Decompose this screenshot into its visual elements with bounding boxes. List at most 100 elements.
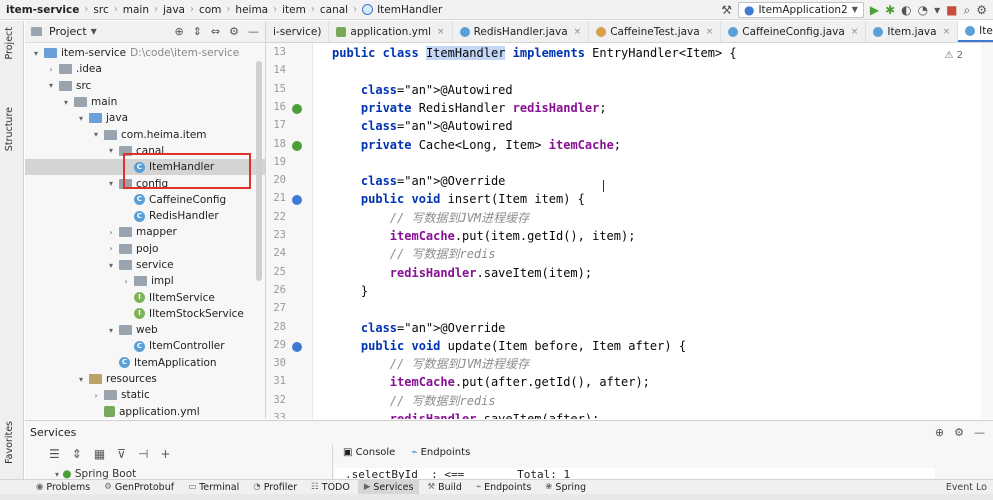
add-icon[interactable]: +	[160, 447, 170, 461]
tree-node[interactable]: C RedisHandler	[25, 208, 265, 224]
chevron-down-icon[interactable]: ▼	[91, 26, 97, 38]
chevron-down-icon[interactable]: ▾	[61, 98, 71, 107]
bean-icon[interactable]	[292, 140, 302, 151]
editor-tab[interactable]: application.yml ×	[329, 21, 453, 42]
tree-node[interactable]: ▾ service	[25, 257, 265, 273]
inspection-warnings[interactable]: ⚠ 2	[944, 50, 963, 61]
tree-node[interactable]: › impl	[25, 273, 265, 289]
gear-icon[interactable]: ⚙	[229, 25, 239, 38]
debug-icon[interactable]: ✱	[885, 4, 895, 16]
chevron-down-icon[interactable]: ▾	[76, 114, 86, 123]
settings-icon[interactable]: ⚙	[976, 4, 987, 16]
chevron-down-icon[interactable]: ▾	[106, 146, 116, 155]
code-line[interactable]: class="an">@Autowired	[332, 81, 513, 99]
project-panel-title[interactable]: Project	[49, 25, 87, 38]
code-line[interactable]: itemCache.put(item.getId(), item);	[332, 227, 636, 245]
breadcrumb-itemhandler[interactable]: ItemHandler	[377, 4, 442, 16]
tree-node[interactable]: C ItemHandler	[25, 159, 265, 176]
breadcrumb-src[interactable]: src	[93, 4, 108, 16]
override-icon[interactable]	[292, 341, 302, 352]
globe-icon[interactable]: ⊕	[935, 426, 944, 439]
breadcrumb-item[interactable]: item	[282, 4, 306, 16]
code-line[interactable]: class="an">@Autowired	[332, 117, 513, 135]
chevron-right-icon[interactable]: ›	[121, 277, 131, 286]
tree-node[interactable]: ▾ main	[25, 94, 265, 110]
tree-node[interactable]: ▾ com.heima.item	[25, 126, 265, 142]
collapse-all-icon[interactable]: ⇕	[72, 447, 82, 461]
group-icon[interactable]: ▦	[94, 447, 105, 461]
breadcrumb-main[interactable]: main	[123, 4, 149, 16]
collapse-all-icon[interactable]: ⇕	[193, 25, 202, 38]
hammer-icon[interactable]: ⚒	[721, 4, 732, 16]
bottom-tab-services[interactable]: ▶ Services	[357, 479, 420, 495]
breadcrumb-canal[interactable]: canal	[320, 4, 348, 16]
breadcrumb-heima[interactable]: heima	[235, 4, 268, 16]
expand-icon[interactable]: ⇔	[211, 25, 220, 38]
editor-scrollbar[interactable]	[981, 43, 993, 419]
tree-node[interactable]: C CaffeineConfig	[25, 192, 265, 208]
code-editor[interactable]: 13 14 15 16 17 18 19 20 21 22 23 24 25 26 27 28 29 30 31 32…	[266, 43, 993, 419]
event-log-tab[interactable]: Event Lo	[946, 482, 993, 493]
tree-node[interactable]: C ItemController	[25, 338, 265, 354]
bottom-tab-genprotobuf[interactable]: ⚙ GenProtobuf	[98, 480, 180, 495]
chevron-down-icon[interactable]: ▾	[106, 179, 116, 188]
close-icon[interactable]: ×	[706, 27, 714, 37]
code-line[interactable]: // 写数据到JVM进程缓存	[332, 355, 529, 373]
tree-node[interactable]: ▾ resources	[25, 371, 265, 387]
hide-icon[interactable]: —	[974, 426, 985, 439]
filter-icon[interactable]: ⊽	[117, 447, 126, 461]
code-line[interactable]: private Cache<Long, Item> itemCache;	[332, 136, 621, 154]
editor-tab[interactable]: CaffeineTest.java ×	[589, 21, 722, 42]
close-icon[interactable]: ×	[851, 27, 859, 37]
tree-node[interactable]: ▾ item-service D:\code\item-service	[25, 45, 265, 61]
tool-tab-favorites[interactable]: Favorites	[4, 421, 15, 464]
chevron-right-icon[interactable]: ›	[46, 65, 56, 74]
tree-node[interactable]: › mapper	[25, 224, 265, 240]
chevron-down-icon[interactable]: ▾	[76, 375, 86, 384]
breadcrumb-com[interactable]: com	[199, 4, 221, 16]
more-run-icon[interactable]: ▾	[934, 4, 940, 16]
bottom-tab-endpoints[interactable]: ⌁ Endpoints	[470, 480, 537, 495]
close-icon[interactable]: ×	[943, 27, 951, 37]
gear-icon[interactable]: ⚙	[954, 426, 964, 439]
tree-node[interactable]: I IItemService	[25, 289, 265, 305]
code-line[interactable]: public class ItemHandler implements Entr…	[332, 44, 737, 62]
editor-tab[interactable]: i-service)	[266, 21, 330, 42]
tool-tab-project[interactable]: Project	[4, 27, 15, 60]
chevron-right-icon[interactable]: ›	[106, 244, 116, 253]
tree-node[interactable]: ▾ config	[25, 175, 265, 191]
tree-node[interactable]: › static	[25, 387, 265, 403]
tree-node[interactable]: C ItemApplication	[25, 355, 265, 371]
breadcrumb-java[interactable]: java	[163, 4, 185, 16]
tab-console[interactable]: ▣ Console	[343, 447, 395, 458]
editor-tab[interactable]: CaffeineConfig.java ×	[721, 21, 867, 42]
breadcrumb-item-service[interactable]: item-service	[6, 4, 79, 16]
code-line[interactable]: redisHandler.saveItem(item);	[332, 264, 592, 282]
run-icon[interactable]: ▶	[870, 4, 879, 16]
code-line[interactable]: class="an">@Override	[332, 172, 506, 190]
chevron-down-icon[interactable]: ▾	[46, 81, 56, 90]
bottom-tab-spring[interactable]: ❀ Spring	[539, 480, 592, 495]
code-line[interactable]: itemCache.put(after.getId(), after);	[332, 373, 650, 391]
tree-node[interactable]: ▾ web	[25, 322, 265, 338]
stop-icon[interactable]: ■	[946, 4, 957, 16]
tree-node[interactable]: › .idea	[25, 61, 265, 77]
chevron-right-icon[interactable]: ›	[106, 228, 116, 237]
coverage-icon[interactable]: ◐	[901, 4, 911, 16]
tree-node[interactable]: application.yml	[25, 404, 265, 419]
code-line[interactable]: redisHandler.saveItem(after);	[332, 410, 600, 419]
expand-all-icon[interactable]: ☰	[49, 447, 60, 461]
chevron-down-icon[interactable]: ▾	[106, 326, 116, 335]
tree-node[interactable]: › pojo	[25, 241, 265, 257]
bean-icon[interactable]	[292, 103, 302, 114]
close-icon[interactable]: ×	[437, 27, 445, 37]
code-line[interactable]: }	[332, 282, 368, 300]
chevron-down-icon[interactable]: ▾	[91, 130, 101, 139]
code-line[interactable]: private RedisHandler redisHandler;	[332, 99, 607, 117]
project-scrollbar[interactable]	[256, 61, 262, 281]
tree-node[interactable]: ▾ java	[25, 110, 265, 126]
layout-icon[interactable]: ⊣	[138, 447, 148, 461]
chevron-right-icon[interactable]: ›	[91, 391, 101, 400]
bottom-tab-terminal[interactable]: ▭ Terminal	[182, 480, 245, 495]
bottom-tab-profiler[interactable]: ◔ Profiler	[247, 480, 303, 495]
